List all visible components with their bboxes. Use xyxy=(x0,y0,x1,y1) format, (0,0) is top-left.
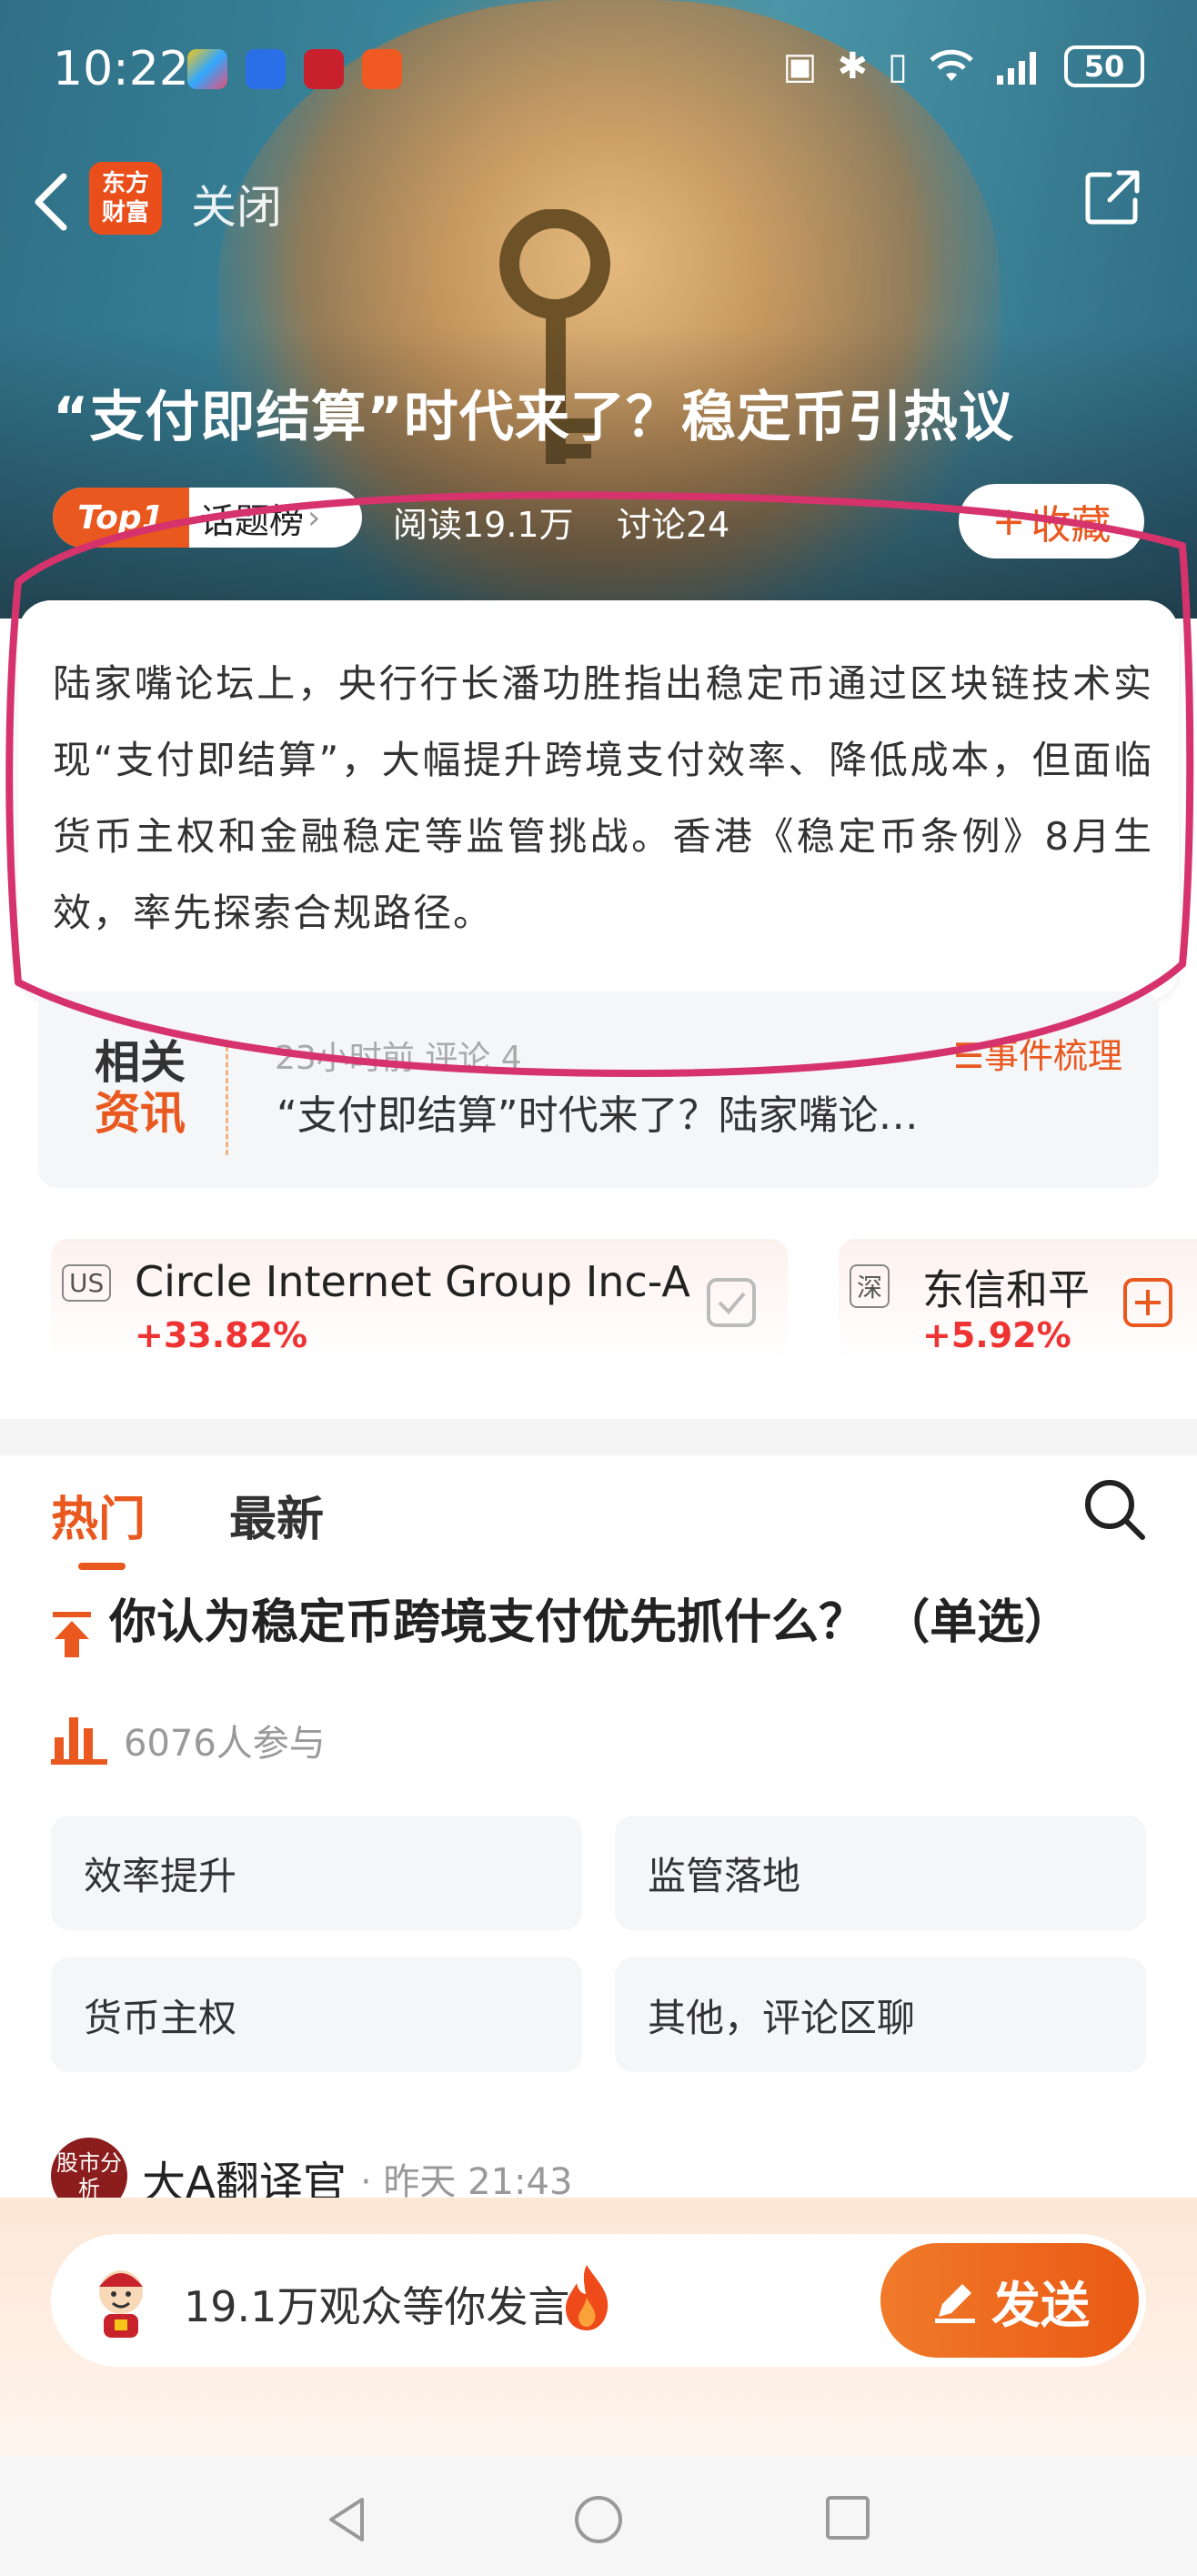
rank-top-label: Top1 xyxy=(53,488,189,548)
share-icon[interactable] xyxy=(1082,167,1142,227)
comment-panel: 19.1万观众等你发言 发送 xyxy=(0,2198,1197,2456)
back-button[interactable] xyxy=(27,166,82,238)
related-news-meta: 23小时前 评论 4 xyxy=(275,1040,522,1077)
topic-rank-badge[interactable]: Top1 话题榜 › xyxy=(53,488,362,548)
related-news-tag: 相关 资讯 xyxy=(95,1037,222,1139)
post-header: 股市分析 大A翻译官 · 昨天 21:43 xyxy=(51,2138,1142,2214)
poll-option[interactable]: 效率提升 xyxy=(51,1816,582,1930)
notification-icons xyxy=(187,49,402,89)
pin-top-icon xyxy=(53,1612,91,1657)
favorite-label: 收藏 xyxy=(1031,502,1112,548)
status-bar: 10:22 ▣ ✱ ▯ 50 xyxy=(0,36,1197,109)
send-label: 发送 xyxy=(991,2276,1090,2334)
tab-hot[interactable]: 热门 xyxy=(51,1481,146,1549)
send-button[interactable]: 发送 xyxy=(880,2243,1139,2358)
nav-home-icon[interactable] xyxy=(571,2492,626,2547)
bluetooth-icon: ✱ xyxy=(837,45,868,87)
poll-participants: 6076人参与 xyxy=(124,1723,326,1765)
poll-option[interactable]: 货币主权 xyxy=(51,1957,582,2072)
nfc-icon: ▣ xyxy=(782,45,818,87)
mascot-icon xyxy=(99,2270,143,2338)
event-timeline-link[interactable]: ☰事件梳理 xyxy=(953,1028,1122,1078)
favorite-button[interactable]: + 收藏 xyxy=(959,484,1144,558)
search-icon[interactable] xyxy=(1079,1474,1152,1546)
section-divider xyxy=(0,1419,1197,1455)
add-stock-icon[interactable] xyxy=(1122,1277,1173,1328)
read-count: 阅读19.1万 xyxy=(393,505,574,545)
market-tag: US xyxy=(62,1264,112,1302)
discussion-count: 讨论24 xyxy=(617,505,730,545)
pencil-icon xyxy=(935,2284,975,2323)
wifi-icon xyxy=(930,49,973,81)
battery-indicator: 50 xyxy=(1064,45,1144,87)
tab-latest[interactable]: 最新 xyxy=(229,1481,324,1549)
topic-summary-card: 陆家嘴论坛上，央行行长潘功胜指出稳定币通过区块链技术实现“支付即结算”，大幅提升… xyxy=(18,600,1179,1001)
rank-list-label: 话题榜 xyxy=(200,500,305,541)
vibrate-icon: ▯ xyxy=(887,45,908,87)
app-notification-icon xyxy=(362,49,402,89)
logo-text: 财富 xyxy=(101,199,149,226)
stock-change: +5.92% xyxy=(922,1315,1071,1355)
bar-chart-icon xyxy=(51,1717,107,1765)
active-tab-indicator xyxy=(78,1563,126,1570)
nav-recent-apps-icon[interactable] xyxy=(822,2492,873,2543)
related-tag-line1: 相关 xyxy=(95,1036,186,1089)
poll-option[interactable]: 监管落地 xyxy=(615,1816,1146,1930)
plus-icon: + xyxy=(991,498,1026,545)
related-news-headline[interactable]: “支付即结算”时代来了？陆家嘴论… xyxy=(277,1082,919,1141)
comment-input-bar[interactable]: 19.1万观众等你发言 发送 xyxy=(51,2234,1146,2367)
top-nav-bar: 东方 财富 关闭 xyxy=(0,153,1197,244)
app-notification-icon xyxy=(246,49,286,89)
hero-gradient xyxy=(0,327,1197,619)
chevron-right-icon: › xyxy=(307,498,321,537)
poll-option[interactable]: 其他，评论区聊 xyxy=(615,1957,1146,2072)
poll-question: 你认为稳定币跨境支付优先抓什么？ （单选） xyxy=(109,1595,1072,1650)
close-button[interactable]: 关闭 xyxy=(191,171,282,236)
fire-icon xyxy=(566,2265,609,2330)
signal-icon xyxy=(997,52,1036,85)
stock-name: Circle Internet Group Inc-A xyxy=(135,1257,690,1306)
added-check-icon[interactable] xyxy=(706,1277,757,1328)
topic-summary-text: 陆家嘴论坛上，央行行长潘功胜指出稳定币通过区块链技术实现“支付即结算”，大幅提升… xyxy=(53,661,1153,935)
eastmoney-logo: 东方 财富 xyxy=(89,162,162,235)
stock-card[interactable]: 深 东信和平 +5.92% xyxy=(839,1239,1197,1363)
status-time: 10:22 xyxy=(53,42,189,96)
app-notification-icon xyxy=(304,49,344,89)
nav-back-icon[interactable] xyxy=(320,2492,375,2547)
stock-card[interactable]: US Circle Internet Group Inc-A +33.82% xyxy=(51,1239,788,1363)
system-indicators: ▣ ✱ ▯ 50 xyxy=(783,45,1144,87)
market-tag: 深 xyxy=(850,1264,890,1308)
related-news-card[interactable]: 相关 资讯 23小时前 评论 4 ☰事件梳理 “支付即结算”时代来了？陆家嘴论… xyxy=(38,991,1159,1188)
stock-name: 东信和平 xyxy=(922,1265,1090,1314)
logo-text: 东方 xyxy=(101,170,149,197)
chevron-left-icon xyxy=(35,173,67,231)
topic-title: “支付即结算”时代来了？稳定币引热议 xyxy=(53,386,1014,449)
system-navigation-bar xyxy=(0,2456,1197,2576)
related-tag-line2: 资讯 xyxy=(95,1087,186,1140)
timeline-divider xyxy=(226,1046,228,1155)
stock-change: +33.82% xyxy=(135,1315,308,1355)
feed-tabs: 热门 最新 xyxy=(0,1455,1197,1570)
topic-meta-row: Top1 话题榜 › 阅读19.1万 讨论24 + 收藏 xyxy=(53,484,1144,558)
comment-placeholder: 19.1万观众等你发言 xyxy=(184,2282,570,2331)
app-notification-icon xyxy=(187,49,227,89)
